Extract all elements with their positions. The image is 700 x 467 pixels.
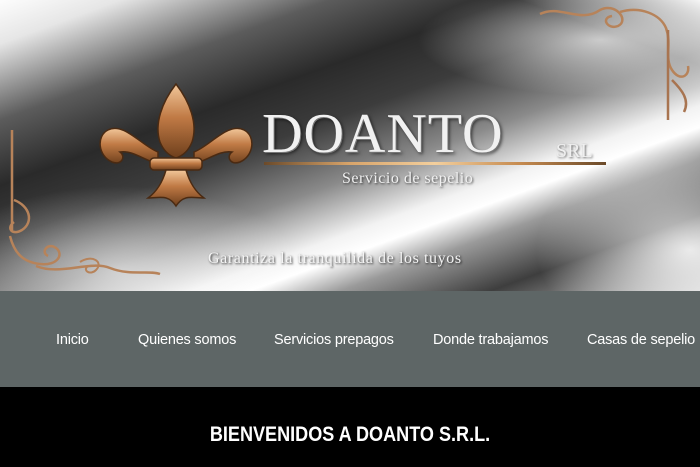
nav-item-servicios-prepagos[interactable]: Servicios prepagos	[274, 332, 394, 348]
logo-name: DOANTO	[262, 103, 504, 165]
hero-tagline: Garantiza la tranquilida de los tuyos	[208, 250, 462, 267]
logo-subtitle: Servicio de sepelio	[342, 170, 474, 187]
fleur-de-lis-icon	[99, 82, 253, 208]
nav-item-quienes-somos[interactable]: Quienes somos	[138, 332, 236, 348]
nav-item-casas-de-sepelio[interactable]: Casas de sepelio	[587, 332, 695, 348]
nav-item-inicio[interactable]: Inicio	[56, 332, 89, 348]
logo-underline	[264, 162, 606, 165]
logo-suffix: SRL	[556, 140, 593, 162]
nav-item-donde-trabajamos[interactable]: Donde trabajamos	[433, 332, 548, 348]
hero-banner: DOANTO SRL Servicio de sepelio Garantiza…	[0, 0, 700, 291]
welcome-heading: BIENVENIDOS A DOANTO S.R.L.	[209, 423, 491, 446]
